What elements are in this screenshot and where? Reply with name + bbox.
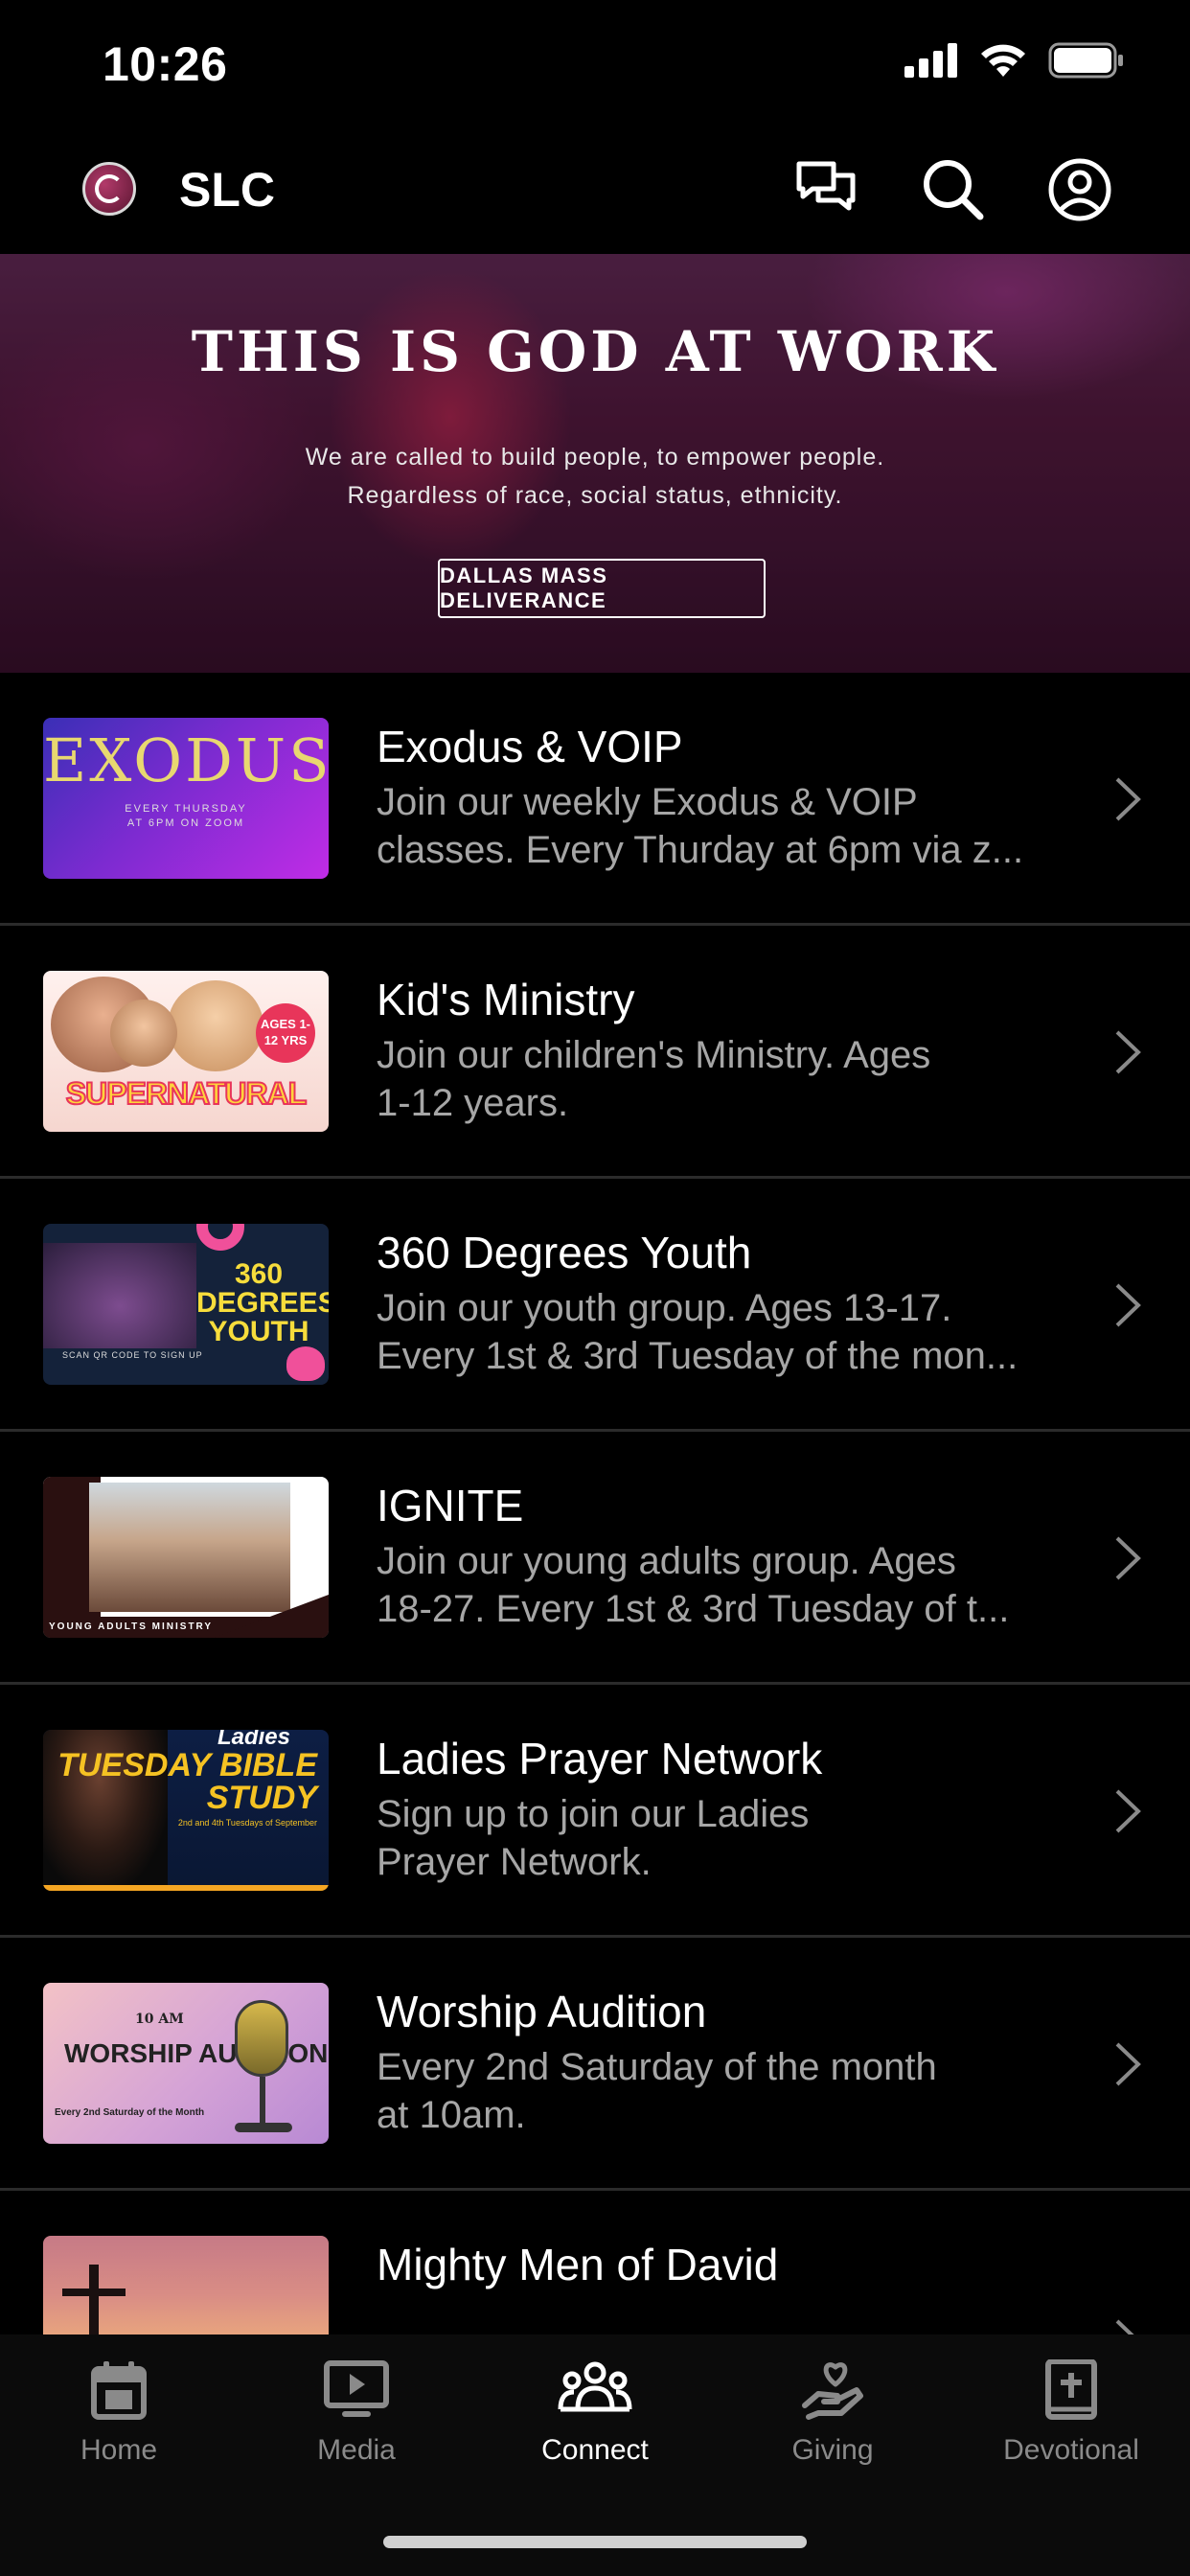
worship-thumb-time: 10 AM xyxy=(135,2012,184,2027)
list-item-360-degrees-youth[interactable]: 360 DEGREES YOUTH SCAN QR CODE TO SIGN U… xyxy=(0,1179,1190,1432)
list-item-description: Sign up to join our Ladies Prayer Networ… xyxy=(377,1790,1086,1886)
tab-home[interactable]: Home xyxy=(0,2359,238,2484)
kids-thumb-title: SUPERNATURAL xyxy=(65,1075,309,1112)
tab-giving[interactable]: Giving xyxy=(714,2359,951,2484)
chat-icon[interactable] xyxy=(793,156,860,223)
tab-home-label: Home xyxy=(80,2434,158,2466)
list-item-title: Worship Audition xyxy=(377,1987,707,2036)
description-line1: Join our weekly Exodus & VOIP xyxy=(377,781,918,823)
calendar-icon xyxy=(91,2361,147,2420)
chevron-right-icon xyxy=(1115,1283,1141,1327)
description-line1: Join our youth group. Ages 13-17. xyxy=(377,1287,952,1329)
chevron-right-icon xyxy=(1115,1789,1141,1833)
chevron-right-icon xyxy=(1115,2042,1141,2086)
ladies-thumb-caption: 2nd and 4th Tuesdays of September xyxy=(177,1818,317,1828)
list-item-exodus-voip[interactable]: EXODUS EVERY THURSDAY AT 6PM ON ZOOM Exo… xyxy=(0,673,1190,926)
exodus-thumbnail: EXODUS EVERY THURSDAY AT 6PM ON ZOOM xyxy=(43,718,329,879)
tab-giving-label: Giving xyxy=(791,2434,874,2466)
youth-thumbnail: 360 DEGREES YOUTH SCAN QR CODE TO SIGN U… xyxy=(43,1224,329,1385)
chevron-right-icon xyxy=(1115,777,1141,821)
list-item-title: Kid's Ministry xyxy=(377,975,635,1024)
dallas-mass-deliverance-button[interactable]: DALLAS MASS DELIVERANCE xyxy=(438,559,766,618)
hero-subtitle: We are called to build people, to empowe… xyxy=(0,438,1190,515)
list-item-description: Join our youth group. Ages 13-17. Every … xyxy=(377,1284,1086,1380)
kids-ministry-thumbnail: AGES 1-12 YRS SUPERNATURAL xyxy=(43,971,329,1132)
hero-banner: THIS IS GOD AT WORK We are called to bui… xyxy=(0,254,1190,673)
battery-icon xyxy=(1048,42,1123,79)
exodus-thumb-caption: EVERY THURSDAY AT 6PM ON ZOOM xyxy=(43,802,329,831)
ladies-thumb-title: TUESDAY BIBLE STUDY xyxy=(57,1747,317,1816)
list-item-title: IGNITE xyxy=(377,1481,524,1530)
signal-icon xyxy=(904,43,957,78)
description-line2: Every 1st & 3rd Tuesday of the mon... xyxy=(377,1335,1018,1377)
list-item-description: Every 2nd Saturday of the month at 10am. xyxy=(377,2043,1086,2139)
list-item-title: Mighty Men of David xyxy=(377,2240,779,2289)
profile-icon[interactable] xyxy=(1046,156,1113,223)
description-line2: classes. Every Thurday at 6pm via z... xyxy=(377,829,1024,871)
tab-connect[interactable]: Connect xyxy=(476,2359,714,2484)
list-item-description: Join our weekly Exodus & VOIP classes. E… xyxy=(377,778,1086,874)
exodus-thumb-caption-line1: EVERY THURSDAY xyxy=(125,803,247,815)
chevron-right-icon xyxy=(1115,1030,1141,1074)
tab-media[interactable]: Media xyxy=(238,2359,475,2484)
tab-devotional[interactable]: Devotional xyxy=(952,2359,1190,2484)
tab-media-label: Media xyxy=(317,2434,396,2466)
list-item-title: 360 Degrees Youth xyxy=(377,1228,752,1277)
list-item-title: Exodus & VOIP xyxy=(377,722,683,771)
description-line2: Prayer Network. xyxy=(377,1841,652,1883)
youth-thumb-title: 360 DEGREES YOUTH xyxy=(196,1258,329,1347)
description-line1: Join our children's Ministry. Ages xyxy=(377,1034,931,1076)
app-header: SLC xyxy=(0,129,1190,254)
wifi-icon xyxy=(981,44,1025,77)
description-line2: 1-12 years. xyxy=(377,1082,569,1124)
app-title: SLC xyxy=(179,163,275,217)
worship-thumb-caption: Every 2nd Saturday of the Month xyxy=(55,2107,205,2118)
tab-connect-label: Connect xyxy=(541,2434,649,2466)
connect-group-list: EXODUS EVERY THURSDAY AT 6PM ON ZOOM Exo… xyxy=(0,673,1190,2478)
list-item-ladies-prayer-network[interactable]: Ladies TUESDAY BIBLE STUDY 2nd and 4th T… xyxy=(0,1685,1190,1938)
description-line2: 18-27. Every 1st & 3rd Tuesday of t... xyxy=(377,1588,1010,1630)
list-item-title: Ladies Prayer Network xyxy=(377,1734,823,1783)
home-indicator[interactable] xyxy=(383,2536,807,2548)
play-screen-icon xyxy=(324,2360,389,2417)
church-logo[interactable] xyxy=(82,162,136,216)
tab-devotional-label: Devotional xyxy=(1003,2434,1139,2466)
kids-thumb-badge: AGES 1-12 YRS xyxy=(256,1003,315,1063)
chevron-right-icon xyxy=(1115,1536,1141,1580)
heart-hand-icon xyxy=(802,2362,863,2420)
status-icons xyxy=(904,42,1125,79)
status-bar: 10:26 xyxy=(0,0,1190,129)
status-time: 10:26 xyxy=(103,37,228,91)
ignite-thumb-caption: YOUNG ADULTS MINISTRY xyxy=(49,1622,214,1632)
hero-title: THIS IS GOD AT WORK xyxy=(191,319,999,384)
worship-thumbnail: 10 AM WORSHIP AUDITION Every 2nd Saturda… xyxy=(43,1983,329,2144)
people-icon xyxy=(558,2361,632,2412)
list-item-kids-ministry[interactable]: AGES 1-12 YRS SUPERNATURAL Kid's Ministr… xyxy=(0,926,1190,1179)
list-item-description: Join our young adults group. Ages 18-27.… xyxy=(377,1537,1086,1633)
ladies-thumbnail: Ladies TUESDAY BIBLE STUDY 2nd and 4th T… xyxy=(43,1730,329,1891)
exodus-thumb-caption-line2: AT 6PM ON ZOOM xyxy=(126,817,245,829)
hero-subtitle-line2: Regardless of race, social status, ethni… xyxy=(347,482,843,509)
list-item-worship-audition[interactable]: 10 AM WORSHIP AUDITION Every 2nd Saturda… xyxy=(0,1938,1190,2191)
search-icon[interactable] xyxy=(920,156,987,223)
description-line1: Every 2nd Saturday of the month xyxy=(377,2046,937,2088)
list-item-description: Join our children's Ministry. Ages 1-12 … xyxy=(377,1031,1086,1127)
description-line1: Join our young adults group. Ages xyxy=(377,1540,956,1582)
hero-subtitle-line1: We are called to build people, to empowe… xyxy=(305,444,885,471)
exodus-thumb-title: EXODUS xyxy=(43,725,329,795)
description-line1: Sign up to join our Ladies xyxy=(377,1793,810,1835)
youth-thumb-caption: SCAN QR CODE TO SIGN UP xyxy=(62,1350,203,1360)
worship-thumb-title: WORSHIP AUDITION xyxy=(64,2038,329,2068)
bible-icon xyxy=(1045,2359,1097,2420)
ignite-thumbnail: YOUNG ADULTS MINISTRY xyxy=(43,1477,329,1638)
mighty-men-thumbnail xyxy=(43,2236,329,2335)
description-line2: at 10am. xyxy=(377,2094,526,2136)
list-item-ignite[interactable]: YOUNG ADULTS MINISTRY IGNITE Join our yo… xyxy=(0,1432,1190,1685)
